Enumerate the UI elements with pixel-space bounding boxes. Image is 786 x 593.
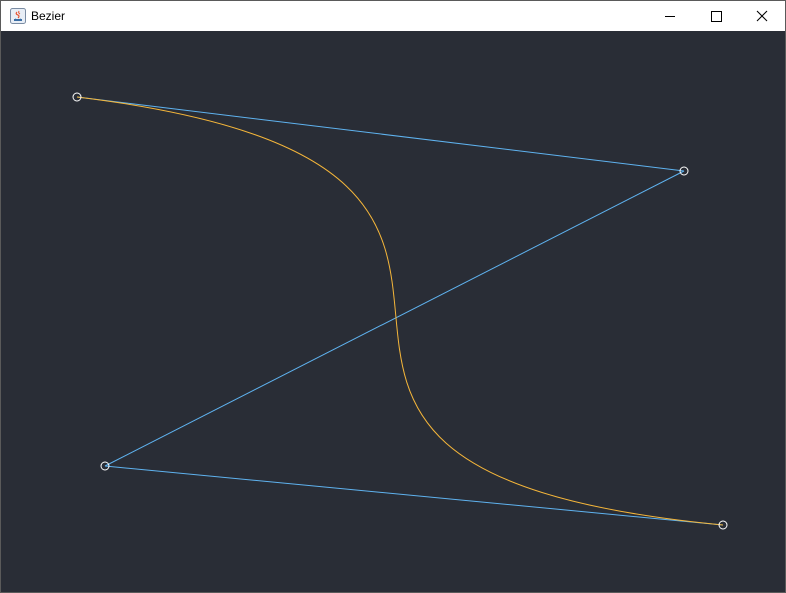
maximize-icon [711, 11, 722, 22]
control-segment-3 [104, 465, 724, 526]
control-segment-2 [104, 170, 685, 467]
control-polygon [76, 96, 724, 526]
application-window: Bezier [0, 0, 786, 593]
window-title: Bezier [31, 9, 66, 23]
control-segment-1 [76, 96, 685, 172]
maximize-button[interactable] [693, 1, 739, 31]
bezier-drawing[interactable] [1, 31, 785, 592]
java-app-icon [10, 8, 26, 24]
bezier-curve [76, 96, 724, 526]
minimize-icon [665, 16, 675, 17]
title-bar[interactable]: Bezier [1, 1, 785, 31]
close-icon [756, 10, 768, 22]
close-button[interactable] [739, 1, 785, 31]
control-handles [72, 92, 728, 530]
minimize-button[interactable] [647, 1, 693, 31]
bezier-canvas[interactable] [1, 31, 785, 592]
